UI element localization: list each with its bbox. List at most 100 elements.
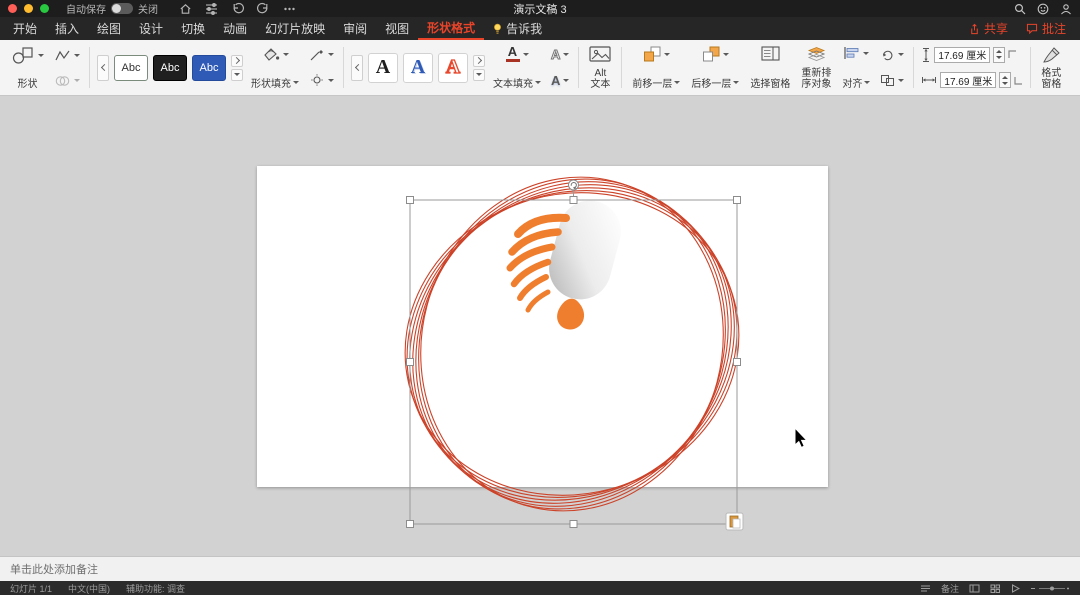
send-backward-button[interactable]: 后移一层 <box>688 42 742 93</box>
redo-icon[interactable] <box>257 2 270 15</box>
dropdown-caret-icon <box>563 78 570 82</box>
tab-design[interactable]: 设计 <box>130 17 172 40</box>
autosave-control[interactable]: 自动保存 关闭 <box>66 1 158 16</box>
dropdown-caret-icon <box>863 51 870 55</box>
wordart-gallery-prev-button[interactable] <box>351 54 363 81</box>
format-pane-label-line1: 格式 <box>1041 68 1062 79</box>
wordart-style-swatch-2[interactable]: A <box>403 52 433 83</box>
tab-tell-me[interactable]: 告诉我 <box>484 17 551 40</box>
tab-review[interactable]: 审阅 <box>334 17 376 40</box>
format-pane-button[interactable]: 格式 窗格 <box>1038 42 1064 93</box>
notes-pane[interactable]: 单击此处添加备注 <box>0 556 1080 581</box>
align-icon <box>844 47 859 59</box>
toggle-knob <box>112 4 121 13</box>
more-commands-icon[interactable] <box>283 6 296 12</box>
dropdown-caret-icon <box>283 52 289 56</box>
merge-shapes-button[interactable] <box>52 74 82 88</box>
search-icon[interactable] <box>1014 3 1026 15</box>
shape-style-swatch-1[interactable]: Abc <box>114 54 148 81</box>
step-up-icon <box>1002 75 1009 79</box>
style-gallery-prev-button[interactable] <box>97 54 109 81</box>
undo-icon[interactable] <box>231 2 244 15</box>
width-stepper[interactable] <box>999 72 1012 89</box>
feedback-smiley-icon[interactable] <box>1037 3 1049 15</box>
dropdown-caret-icon <box>733 81 740 84</box>
style-gallery-next-button[interactable] <box>231 54 243 67</box>
close-window-button[interactable] <box>8 4 17 13</box>
align-button[interactable]: 对齐 <box>839 42 873 93</box>
group-wordart-styles: A A A A 文本填充 A A <box>347 42 575 93</box>
tab-shape-format[interactable]: 形状格式 <box>418 17 485 40</box>
height-stepper[interactable] <box>993 46 1006 63</box>
slide-sorter-view-icon[interactable] <box>990 584 1001 593</box>
wordart-style-swatch-3[interactable]: A <box>438 52 468 83</box>
share-icon <box>971 23 978 34</box>
notes-toggle-icon[interactable] <box>920 584 931 593</box>
dropdown-caret-icon <box>722 52 729 56</box>
dropdown-caret-icon <box>663 52 670 56</box>
dropdown-caret-icon <box>898 53 905 57</box>
notes-toggle-label[interactable]: 备注 <box>941 582 959 595</box>
autosave-toggle[interactable] <box>111 3 133 14</box>
paste-options-button[interactable] <box>725 512 744 531</box>
wordart-style-swatch-1[interactable]: A <box>368 52 398 83</box>
home-icon[interactable] <box>179 2 192 15</box>
alt-text-label-line2: 文本 <box>590 79 611 90</box>
zoom-window-button[interactable] <box>40 4 49 13</box>
shape-style-swatch-2[interactable]: Abc <box>153 54 187 81</box>
reorder-objects-button[interactable]: 重新排 序对象 <box>798 42 834 93</box>
selection-pane-button[interactable]: 选择窗格 <box>747 42 793 93</box>
account-person-icon[interactable] <box>1060 3 1072 15</box>
send-backward-label: 后移一层 <box>691 79 732 90</box>
minimize-window-button[interactable] <box>24 4 33 13</box>
tab-home[interactable]: 开始 <box>4 17 46 40</box>
group-size <box>917 42 1027 93</box>
comments-button[interactable]: 批注 <box>1026 20 1066 37</box>
slideshow-view-icon[interactable] <box>1011 583 1020 593</box>
settings-sliders-icon[interactable] <box>205 2 218 15</box>
wordart-gallery-more-button[interactable] <box>473 68 485 81</box>
zoom-slider[interactable] <box>1030 584 1070 593</box>
format-pane-label-line2: 窗格 <box>1041 79 1062 90</box>
text-outline-button[interactable]: A <box>549 47 571 62</box>
powerpoint-window: 自动保存 关闭 演示文稿 3 开始 插入 绘图 设计 切换 动画 幻灯片放映 审… <box>0 0 1080 595</box>
reorder-objects-icon <box>807 47 826 61</box>
shape-style-swatch-3[interactable]: Abc <box>192 54 226 81</box>
insert-shape-button[interactable]: 形状 <box>8 42 47 93</box>
edit-shape-button[interactable] <box>52 48 82 63</box>
rotate-button[interactable] <box>878 47 906 62</box>
tab-animations[interactable]: 动画 <box>214 17 256 40</box>
shape-effects-button[interactable] <box>307 72 336 88</box>
shape-width-input[interactable] <box>940 72 997 89</box>
text-outline-effects-column: A A <box>549 42 571 93</box>
wordart-gallery-next-button[interactable] <box>473 54 485 67</box>
shape-fill-button[interactable]: 形状填充 <box>248 42 302 93</box>
group-shape-styles: Abc Abc Abc 形状填充 <box>93 42 340 93</box>
tab-tell-me-label: 告诉我 <box>506 22 543 36</box>
text-effects-button[interactable]: A <box>549 73 571 88</box>
alt-text-button[interactable]: Alt 文本 <box>586 42 614 93</box>
chevron-right-icon <box>232 56 240 65</box>
share-button[interactable]: 共享 <box>969 20 1008 37</box>
language-indicator[interactable]: 中文(中国) <box>68 582 110 595</box>
tab-view[interactable]: 视图 <box>376 17 418 40</box>
shape-outline-button[interactable] <box>307 47 336 63</box>
autosave-state: 关闭 <box>138 5 158 16</box>
autosave-label: 自动保存 <box>66 5 106 16</box>
tab-transitions[interactable]: 切换 <box>172 17 214 40</box>
step-down-icon <box>996 56 1003 60</box>
text-fill-button[interactable]: A 文本填充 <box>490 42 544 93</box>
style-gallery-more-button[interactable] <box>231 68 243 81</box>
tab-slideshow[interactable]: 幻灯片放映 <box>256 17 334 40</box>
bring-forward-button[interactable]: 前移一层 <box>629 42 683 93</box>
dropdown-caret-icon <box>328 78 334 82</box>
tab-insert[interactable]: 插入 <box>46 17 88 40</box>
ribbon-tabbar: 开始 插入 绘图 设计 切换 动画 幻灯片放映 审阅 视图 形状格式 告诉我 共… <box>0 17 1080 40</box>
normal-view-icon[interactable] <box>969 584 980 593</box>
group-objects-button[interactable] <box>878 73 906 88</box>
slide[interactable] <box>257 166 828 487</box>
tab-draw[interactable]: 绘图 <box>88 17 130 40</box>
slide-editor-canvas[interactable] <box>0 96 1080 556</box>
shape-height-input[interactable] <box>934 46 991 63</box>
accessibility-status[interactable]: 辅助功能: 调查 <box>126 582 185 595</box>
